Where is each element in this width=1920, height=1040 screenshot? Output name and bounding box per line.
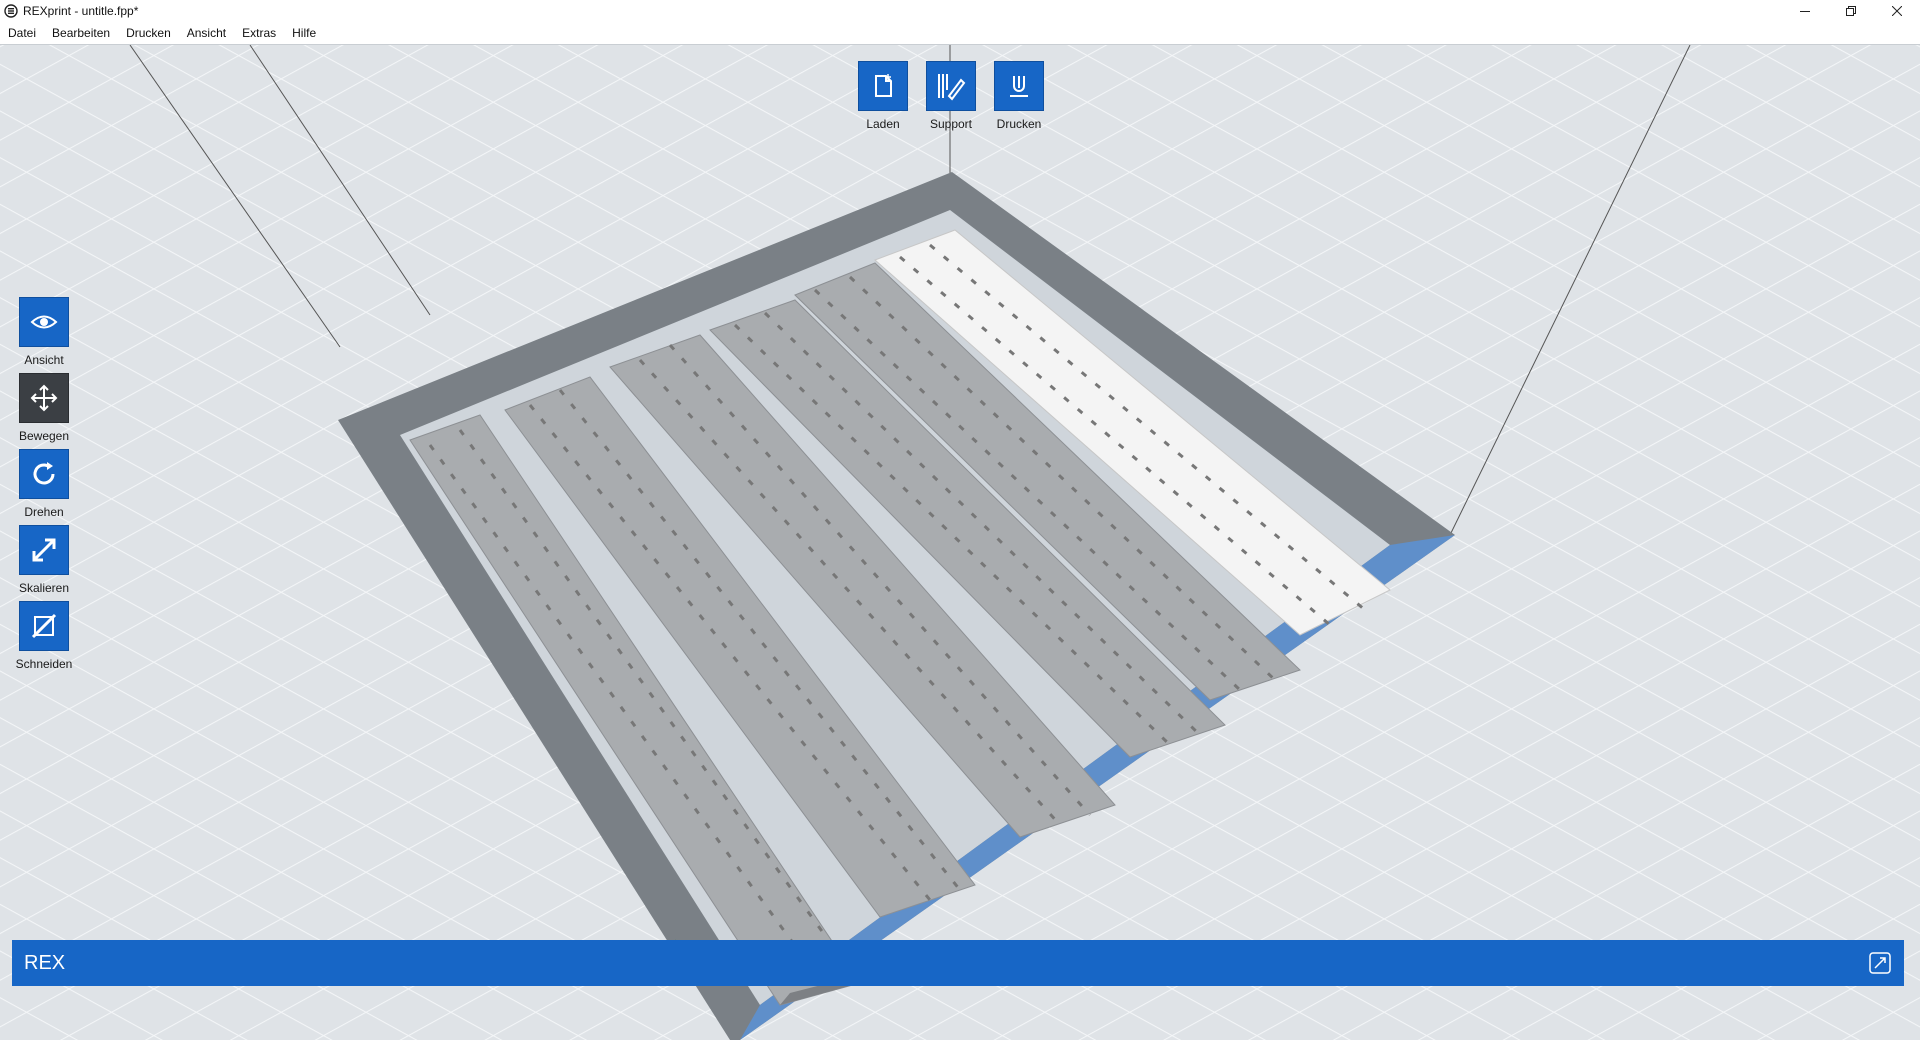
print-label: Drucken [996, 117, 1042, 131]
status-text: REX [24, 951, 66, 974]
status-expand-button[interactable] [1868, 951, 1892, 975]
new-file-icon [875, 74, 892, 97]
left-toolbar: Ansicht Bewegen Drehen Skalieren Schneid… [14, 297, 74, 671]
rotate-icon [33, 462, 55, 485]
load-button[interactable] [858, 61, 908, 111]
eye-icon [30, 315, 58, 329]
cut-tool[interactable]: Schneiden [14, 601, 74, 671]
cut-label: Schneiden [15, 657, 73, 671]
menu-drucken[interactable]: Drucken [118, 26, 179, 40]
window-title: REXprint - untitle.fpp* [23, 4, 139, 18]
print-button[interactable] [994, 61, 1044, 111]
menu-extras[interactable]: Extras [234, 26, 284, 40]
scale-label: Skalieren [18, 581, 70, 595]
top-toolbar: Laden Support Drucken [858, 61, 1044, 131]
scene-canvas[interactable]: Z X [0, 45, 1920, 1040]
minimize-button[interactable] [1782, 0, 1828, 22]
move-label: Bewegen [18, 429, 70, 443]
scale-arrow-icon [32, 538, 56, 562]
load-label: Laden [866, 117, 900, 131]
close-icon [1892, 6, 1902, 16]
scale-tool[interactable]: Skalieren [14, 525, 74, 595]
menu-bar: Datei Bearbeiten Drucken Ansicht Extras … [0, 22, 1920, 45]
view-label: Ansicht [24, 353, 64, 367]
support-button[interactable] [926, 61, 976, 111]
menu-ansicht[interactable]: Ansicht [179, 26, 234, 40]
print-tool[interactable]: Drucken [994, 61, 1044, 131]
minimize-icon [1800, 11, 1810, 12]
3d-viewport[interactable]: Z X Laden Support [0, 45, 1920, 1040]
move-button[interactable] [19, 373, 69, 423]
rotate-button[interactable] [19, 449, 69, 499]
menu-datei[interactable]: Datei [0, 26, 44, 40]
cut-icon [31, 613, 57, 639]
rotate-label: Drehen [24, 505, 64, 519]
app-logo-icon [4, 4, 18, 18]
status-bar: REX [12, 940, 1904, 986]
support-pencil-icon [938, 74, 966, 101]
restore-icon [1846, 6, 1856, 16]
move-tool[interactable]: Bewegen [14, 373, 74, 443]
view-tool[interactable]: Ansicht [14, 297, 74, 367]
move-arrows-icon [30, 384, 58, 412]
support-tool[interactable]: Support [926, 61, 976, 131]
view-button[interactable] [19, 297, 69, 347]
menu-hilfe[interactable]: Hilfe [284, 26, 324, 40]
support-label: Support [929, 117, 973, 131]
link-expand-icon [1869, 952, 1891, 974]
cut-button[interactable] [19, 601, 69, 651]
rotate-tool[interactable]: Drehen [14, 449, 74, 519]
close-button[interactable] [1874, 0, 1920, 22]
print-icon [1010, 76, 1028, 97]
title-bar: REXprint - untitle.fpp* [0, 0, 1920, 22]
scale-button[interactable] [19, 525, 69, 575]
menu-bearbeiten[interactable]: Bearbeiten [44, 26, 118, 40]
restore-button[interactable] [1828, 0, 1874, 22]
load-tool[interactable]: Laden [858, 61, 908, 131]
